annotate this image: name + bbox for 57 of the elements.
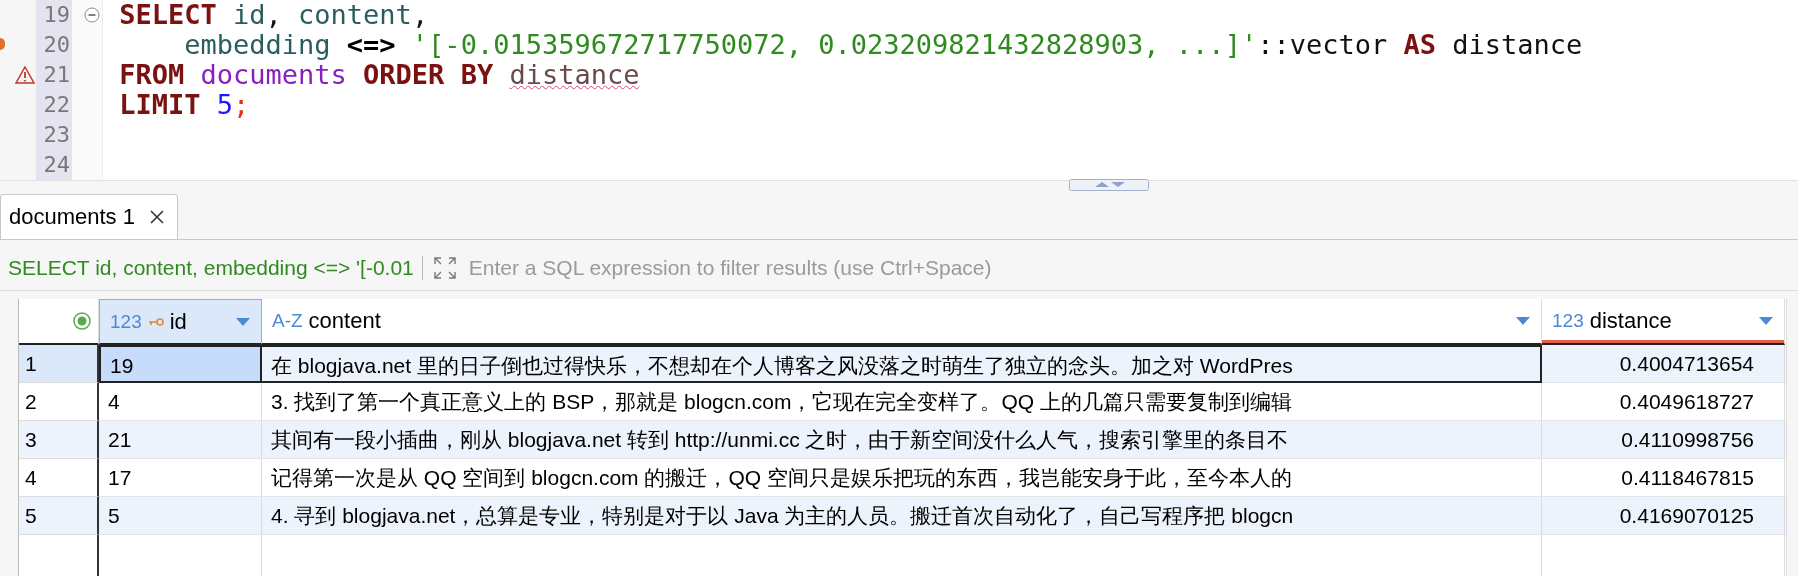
column-name: content	[308, 308, 382, 334]
result-tab[interactable]: documents 1	[0, 194, 178, 239]
sql-keyword: SELECT	[118, 0, 217, 30]
table-cell: 5	[99, 497, 262, 535]
sql-keyword: LIMIT	[118, 89, 201, 120]
sql-identifier: content	[297, 0, 412, 30]
collapse-icon[interactable]	[84, 7, 100, 23]
sql-unresolved-name: distance	[508, 59, 640, 90]
sql-keyword: AS	[1402, 29, 1436, 60]
tab-label: documents 1	[9, 204, 135, 230]
table-cell: 0.4004713654	[1542, 345, 1785, 383]
table-cell: 0.4110998756	[1542, 421, 1785, 459]
column-type-label: 123	[1552, 310, 1584, 332]
line-number: 22	[42, 91, 71, 119]
sql-text: ::vector	[1257, 29, 1388, 60]
row-number[interactable]: 5	[19, 497, 99, 535]
column-header[interactable]: 123 distance	[1542, 299, 1785, 345]
sql-punctuation: ,	[411, 0, 429, 30]
line-number: 20	[42, 31, 71, 59]
sql-identifier: embedding	[183, 29, 331, 60]
dropdown-icon[interactable]	[235, 316, 251, 327]
sql-identifier: id	[232, 0, 266, 30]
sql-operator: <=>	[345, 29, 396, 60]
column-header[interactable]: 123 id	[99, 299, 262, 345]
column-type-label: A-Z	[272, 310, 303, 332]
sql-table-name: documents	[200, 59, 347, 90]
row-number[interactable]: 1	[19, 345, 99, 383]
column-type-label: 123	[110, 310, 142, 333]
table-cell: 其间有一段小插曲，刚从 blogjava.net 转到 http://unmi.cc 之时，由于新空间没什么人气，搜索引擎里的条目不	[262, 421, 1542, 459]
table-cell: 0.4169070125	[1542, 497, 1785, 535]
sql-keyword: ORDER BY	[362, 59, 494, 90]
sql-text: distance	[1451, 29, 1583, 60]
line-number: 19	[42, 1, 71, 29]
sql-punctuation: ;	[233, 89, 250, 120]
panel-toggle-icon[interactable]	[1069, 179, 1149, 191]
sql-string: '[-0.015359672717750072, 0.023209821432828903, ...]'	[410, 29, 1258, 60]
dropdown-icon[interactable]	[1515, 316, 1531, 326]
query-text[interactable]: SELECT id, content, embedding <=> '[-0.01	[8, 256, 423, 280]
sql-keyword: FROM	[118, 59, 185, 90]
line-number: 24	[42, 151, 71, 179]
table-cell: 4. 寻到 blogjava.net，总算是专业，特别是对于以 Java 为主的人员。搬迁首次自动化了，自己写程序把 blogcn	[262, 497, 1542, 535]
record-mode-icon[interactable]	[72, 311, 92, 331]
expand-icon[interactable]	[432, 256, 457, 280]
filter-field[interactable]: Enter a SQL expression to filter results (use Ctrl+Space)	[466, 249, 1798, 287]
dropdown-icon[interactable]	[1758, 316, 1774, 326]
table-cell: 21	[99, 421, 262, 459]
table-cell: 19	[99, 345, 262, 383]
row-number[interactable]: 3	[19, 421, 99, 459]
column-name: id	[169, 308, 188, 335]
column-header[interactable]: A-Z content	[262, 299, 1542, 345]
sql-number: 5	[215, 89, 234, 120]
sql-punctuation: ,	[265, 0, 282, 30]
close-icon[interactable]	[148, 209, 165, 225]
table-cell: 在 blogjava.net 里的日子倒也过得快乐，不想却在个人博客之风没落之时萌生了独立的念头。加之对 WordPres	[262, 345, 1542, 383]
line-number: 23	[42, 121, 71, 149]
line-number: 21	[42, 61, 71, 89]
column-name: distance	[1589, 308, 1673, 334]
